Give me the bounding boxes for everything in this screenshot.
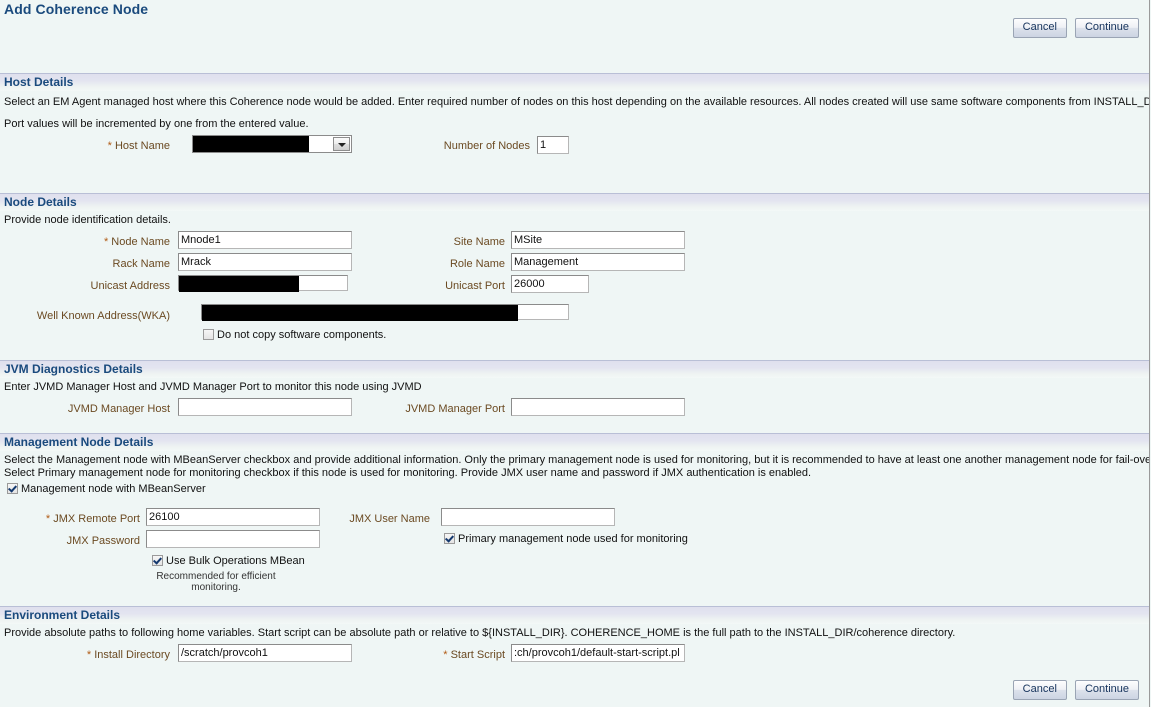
right-gutter	[1151, 0, 1160, 707]
primary-node-label: Primary management node used for monitor…	[458, 533, 688, 545]
node-name-label: * Node Name	[103, 236, 170, 248]
jmx-remote-port-input[interactable]: 26100	[146, 508, 320, 526]
host-name-label: * Host Name	[107, 140, 170, 152]
section-header-management-node-details: Management Node Details	[0, 433, 1149, 451]
unicast-address-label: Unicast Address	[90, 280, 170, 292]
section-title-jvmd-details: JVM Diagnostics Details	[4, 362, 143, 376]
section-header-environment-details: Environment Details	[0, 606, 1149, 624]
number-of-nodes-input[interactable]: 1	[537, 136, 569, 154]
section-header-node-details: Node Details	[0, 193, 1149, 211]
bottom-action-bar: Cancel Continue	[1008, 680, 1139, 700]
top-action-bar: Cancel Continue	[1008, 18, 1139, 38]
bulk-operations-label: Use Bulk Operations MBean	[166, 555, 305, 567]
continue-button-bottom[interactable]: Continue	[1074, 680, 1139, 700]
cancel-button-bottom[interactable]: Cancel	[1012, 680, 1067, 700]
required-marker: *	[103, 236, 109, 248]
site-name-input[interactable]: MSite	[511, 231, 685, 249]
unicast-address-redacted-value	[179, 276, 299, 292]
section-title-node-details: Node Details	[4, 195, 77, 209]
mbean-server-checkbox-row[interactable]: Management node with MBeanServer	[7, 483, 206, 496]
cancel-button-top[interactable]: Cancel	[1012, 18, 1067, 38]
jmx-user-name-input[interactable]	[441, 508, 615, 526]
section-title-management-node-details: Management Node Details	[4, 435, 154, 449]
install-directory-input[interactable]: /scratch/provcoh1	[178, 644, 352, 662]
unicast-address-input[interactable]	[178, 275, 348, 292]
management-description-2: Select Primary management node for monit…	[4, 467, 812, 479]
bulk-operations-checkbox[interactable]	[152, 555, 163, 566]
install-directory-label: * Install Directory	[86, 649, 170, 661]
form-page: Add Coherence Node Cancel Continue Host …	[0, 0, 1150, 707]
do-not-copy-checkbox-row[interactable]: Do not copy software components.	[203, 329, 386, 342]
rack-name-label: Rack Name	[112, 258, 170, 270]
required-marker: *	[45, 513, 51, 525]
bulk-operations-hint: Recommended for efficient monitoring.	[156, 571, 276, 593]
node-name-input[interactable]: Mnode1	[178, 231, 352, 249]
primary-node-checkbox-row[interactable]: Primary management node used for monitor…	[444, 533, 688, 546]
jmx-password-input[interactable]	[146, 530, 320, 548]
rack-name-input[interactable]: Mrack	[178, 253, 352, 271]
start-script-label: * Start Script	[443, 649, 505, 661]
jvmd-manager-host-input[interactable]	[178, 398, 352, 416]
host-details-description-1: Select an EM Agent managed host where th…	[4, 96, 1150, 108]
host-name-redacted-value	[193, 136, 309, 152]
site-name-label: Site Name	[453, 236, 505, 248]
role-name-label: Role Name	[449, 258, 505, 270]
section-header-jvmd-details: JVM Diagnostics Details	[0, 360, 1149, 378]
node-details-description: Provide node identification details.	[4, 214, 171, 226]
management-description-1: Select the Management node with MBeanSer…	[4, 454, 1150, 466]
section-title-host-details: Host Details	[4, 75, 74, 89]
jvmd-details-description: Enter JVMD Manager Host and JVMD Manager…	[4, 381, 422, 393]
mbean-server-label: Management node with MBeanServer	[21, 483, 206, 495]
wka-input[interactable]	[201, 304, 569, 321]
section-header-host-details: Host Details	[0, 73, 1149, 91]
role-name-input[interactable]: Management	[511, 253, 685, 271]
wka-label: Well Known Address(WKA)	[36, 310, 170, 322]
required-marker: *	[107, 140, 112, 152]
jvmd-manager-host-label: JVMD Manager Host	[67, 403, 170, 415]
mbean-server-checkbox[interactable]	[7, 483, 18, 494]
jvmd-manager-port-input[interactable]	[511, 398, 685, 416]
continue-button-top[interactable]: Continue	[1074, 18, 1139, 38]
do-not-copy-label: Do not copy software components.	[217, 329, 387, 341]
section-title-environment-details: Environment Details	[4, 608, 121, 622]
jmx-remote-port-label: * JMX Remote Port	[45, 513, 140, 525]
host-name-select[interactable]	[192, 135, 352, 153]
unicast-port-input[interactable]: 26000	[511, 275, 589, 293]
unicast-port-label: Unicast Port	[445, 280, 505, 292]
number-of-nodes-label: Number of Nodes	[443, 140, 530, 152]
bulk-operations-checkbox-row[interactable]: Use Bulk Operations MBean	[152, 555, 305, 568]
host-details-description-2: Port values will be incremented by one f…	[4, 118, 309, 130]
chevron-down-icon[interactable]	[333, 137, 350, 151]
jvmd-manager-port-label: JVMD Manager Port	[405, 403, 505, 415]
wka-redacted-value	[202, 305, 518, 321]
jmx-user-name-label: JMX User Name	[349, 513, 430, 525]
environment-details-description: Provide absolute paths to following home…	[4, 627, 956, 639]
start-script-input[interactable]: :ch/provcoh1/default-start-script.pl	[511, 644, 685, 662]
required-marker: *	[86, 649, 92, 661]
primary-node-checkbox[interactable]	[444, 533, 455, 544]
required-marker: *	[443, 649, 448, 661]
do-not-copy-checkbox[interactable]	[203, 329, 214, 340]
jmx-password-label: JMX Password	[66, 535, 140, 547]
page-title: Add Coherence Node	[4, 1, 149, 17]
